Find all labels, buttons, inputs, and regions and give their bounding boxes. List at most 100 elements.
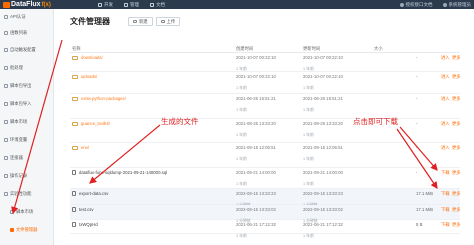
sidebar-item-connectors[interactable]: 连接器 [0,151,54,165]
created-time: 2021-10-07 00:22:10 [236,74,276,79]
updated-time: 2021-09-21 14:00:00 [303,170,343,175]
file-name-cell[interactable]: uploads/ [72,74,97,79]
sidebar-item-batch[interactable]: 批处理 [0,61,54,75]
download-button[interactable]: 下载 [441,222,450,228]
market-icon [4,120,8,124]
file-icon [72,191,76,196]
created-cell: 2021-06-26 15:51:21 1 年前 [236,96,276,113]
created-time: 2021-06-21 17:12:32 [236,222,276,227]
connector-icon [4,156,8,160]
file-name-cell[interactable]: guance_toolkit/ [72,121,110,126]
created-time: 2022-09-15 13:33:02 [236,207,276,212]
sidebar: API认证 函数列表 自动触发配置 批处理 脚本包导出 脚本包导入 脚本市场 环… [0,9,54,245]
created-relative: 1 年前 [236,133,247,137]
updated-relative: 1 年前 [303,234,314,238]
enter-button[interactable]: 进入 [441,96,450,102]
code-icon [98,2,102,7]
column-updated[interactable]: 更新时间 [303,46,320,52]
file-name-cell[interactable]: extra-python-packages/ [72,96,126,101]
more-button[interactable]: 更多 [452,222,461,228]
download-button[interactable]: 下载 [441,207,450,213]
annotation-generated-files: 生成的文件 [161,117,199,126]
updated-cell: 2021-08-25 13:33:20 1 年前 [303,121,343,138]
file-name: export-data.csv [79,191,109,196]
file-name: dataflux-func-sqldump-2021-09-21-140000.… [79,170,168,175]
folder-plus-icon [133,20,137,23]
created-time: 2021-09-15 12:06:51 [236,145,276,150]
file-name[interactable]: downloads/ [81,55,103,60]
sidebar-item-file-manager[interactable]: 文件管理器 [0,223,54,237]
updated-cell: 2021-10-07 00:22:10 1 年前 [303,74,343,91]
clock-icon [4,48,8,52]
file-name[interactable]: uploads/ [81,74,97,79]
created-time: 2021-09-21 14:00:00 [236,170,276,175]
book-icon [399,2,404,7]
enter-button[interactable]: 进入 [441,145,450,151]
sidebar-item-op-records[interactable]: 操作记录 [0,169,54,183]
more-button[interactable]: 更多 [452,55,461,61]
created-cell: 2021-10-07 00:22:10 1 年前 [236,74,276,91]
enter-button[interactable]: 进入 [441,55,450,61]
sidebar-item-script-market[interactable]: 脚本市场 [0,205,54,219]
sidebar-item-crontab[interactable]: 自动触发配置 [0,43,54,57]
column-created[interactable]: 创建时间 [236,46,253,52]
more-button[interactable]: 更多 [452,170,461,176]
file-icon [72,207,76,212]
export-icon [4,84,8,88]
created-cell: 2021-09-15 12:06:51 1 年前 [236,145,276,162]
topnav-api-docs[interactable]: 授权接口文档 [399,2,433,8]
enter-button[interactable]: 进入 [441,121,450,127]
upload-icon [160,20,165,23]
app-logo[interactable]: DataFlux f(x) [3,0,51,9]
topnav-docs[interactable]: 文档 [150,2,165,8]
upload-button[interactable]: 上传 [155,17,181,26]
file-name-cell[interactable]: downloads/ [72,55,103,60]
sidebar-item-experimental[interactable]: 实验性功能 [0,187,54,201]
file-name[interactable]: extra-python-packages/ [81,96,126,101]
column-name[interactable]: 名称 [72,46,81,52]
more-button[interactable]: 更多 [452,74,461,80]
column-size[interactable]: 大小 [374,46,383,52]
more-button[interactable]: 更多 [452,207,461,213]
key-icon [4,15,8,19]
file-name-cell[interactable]: env/ [72,145,89,150]
enter-button[interactable]: 进入 [441,74,450,80]
created-relative: 1 年前 [236,234,247,238]
sidebar-item-api-auth[interactable]: API认证 [0,10,54,24]
file-name[interactable]: guance_toolkit/ [81,121,110,126]
file-name[interactable]: env/ [81,145,89,150]
file-icon [72,222,76,227]
toolbar: 新建 上传 [128,17,181,26]
size-cell: - [416,55,418,60]
new-folder-button[interactable]: 新建 [128,17,153,26]
top-bar: DataFlux f(x) 开发 管理 文档 授权接口文档 系统管理员 [0,0,474,9]
sidebar-item-export[interactable]: 脚本包导出 [0,79,54,93]
updated-time: 2022-09-15 13:33:23 [303,191,343,196]
sidebar-item-functions[interactable]: 函数列表 [0,26,54,40]
download-button[interactable]: 下载 [441,170,450,176]
table-row: extra-python-packages/2021-06-26 15:51:2… [70,94,461,119]
updated-relative: 1 年前 [303,86,314,90]
updated-cell: 2021-06-21 17:12:32 1 年前 [303,222,343,239]
more-button[interactable]: 更多 [452,121,461,127]
download-button[interactable]: 下载 [441,191,450,197]
sidebar-item-import[interactable]: 脚本包导入 [0,97,54,111]
user-menu[interactable]: 系统管理员 [442,2,471,8]
more-button[interactable]: 更多 [452,145,461,151]
record-icon [4,174,8,178]
created-relative: 1 年前 [236,157,247,161]
more-button[interactable]: 更多 [452,191,461,197]
table-row: downloads/2021-10-07 00:22:10 1 年前 2021-10… [70,53,461,72]
sidebar-item-market[interactable]: 脚本市场 [0,115,54,129]
updated-time: 2021-06-26 15:51:21 [303,96,343,101]
sidebar-item-env-vars[interactable]: 环境变量 [0,133,54,147]
topnav-develop[interactable]: 开发 [98,2,113,8]
file-name-cell: export-data.csv [72,191,108,196]
updated-relative: 1 年前 [303,108,314,112]
topnav-manage[interactable]: 管理 [124,2,139,8]
more-button[interactable]: 更多 [452,96,461,102]
list-icon [4,31,8,35]
folder-icon [72,74,78,79]
file-name: test.csv [79,207,94,212]
file-icon [72,170,76,175]
